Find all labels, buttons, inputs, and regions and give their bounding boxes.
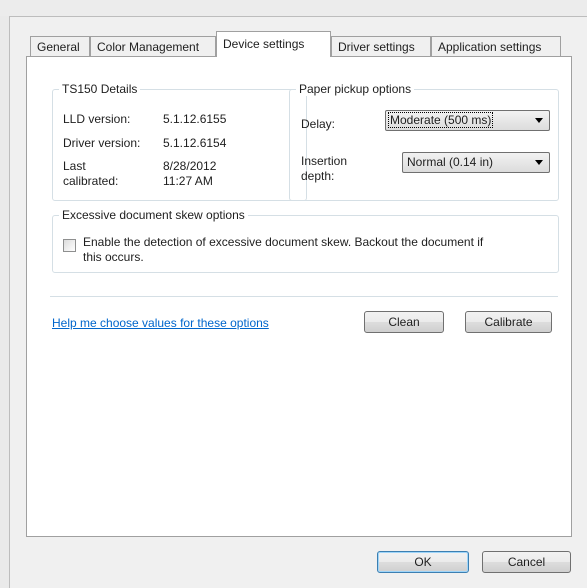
tab-general[interactable]: General xyxy=(30,36,90,56)
paper-pickup-group-title: Paper pickup options xyxy=(296,82,415,96)
delay-label: Delay: xyxy=(301,117,336,131)
tab-driver-settings[interactable]: Driver settings xyxy=(331,36,431,56)
lld-version-value: 5.1.12.6155 xyxy=(163,112,227,126)
calibrate-button[interactable]: Calibrate xyxy=(465,311,552,333)
driver-version-value: 5.1.12.6154 xyxy=(163,136,227,150)
skew-checkbox-label-line2[interactable]: this occurs. xyxy=(83,250,144,265)
insertion-depth-label-line2: depth: xyxy=(301,169,335,183)
skew-detection-checkbox[interactable] xyxy=(63,239,76,252)
skew-group-title: Excessive document skew options xyxy=(59,208,248,222)
last-calibrated-date: 8/28/2012 xyxy=(163,159,217,173)
delay-dropdown-value: Moderate (500 ms) xyxy=(388,112,494,128)
chevron-down-icon xyxy=(535,118,543,123)
help-link[interactable]: Help me choose values for these options xyxy=(52,316,269,330)
insertion-depth-dropdown[interactable]: Normal (0.14 in) xyxy=(402,152,550,173)
skew-checkbox-label-line1[interactable]: Enable the detection of excessive docume… xyxy=(83,235,483,250)
cancel-button[interactable]: Cancel xyxy=(482,551,571,573)
insertion-depth-dropdown-value: Normal (0.14 in) xyxy=(407,155,494,169)
tab-color-management[interactable]: Color Management xyxy=(90,36,216,56)
ok-button[interactable]: OK xyxy=(377,551,469,573)
window-left-frame xyxy=(0,16,10,588)
chevron-down-icon xyxy=(535,160,543,165)
details-group-title: TS150 Details xyxy=(59,82,141,96)
insertion-depth-label-line1: Insertion xyxy=(301,154,348,168)
last-calibrated-time: 11:27 AM xyxy=(163,174,213,188)
lld-version-label: LLD version: xyxy=(63,112,131,126)
device-settings-panel: TS150 Details LLD version: 5.1.12.6155 D… xyxy=(26,56,572,537)
tab-device-settings[interactable]: Device settings xyxy=(216,31,331,57)
tab-application-settings[interactable]: Application settings xyxy=(431,36,561,56)
driver-version-label: Driver version: xyxy=(63,136,141,150)
last-calibrated-label-line1: Last xyxy=(63,159,86,173)
separator-line xyxy=(50,296,558,297)
paper-pickup-group: Paper pickup options xyxy=(289,82,559,201)
last-calibrated-label-line2: calibrated: xyxy=(63,174,119,188)
delay-dropdown[interactable]: Moderate (500 ms) xyxy=(385,110,550,131)
clean-button[interactable]: Clean xyxy=(364,311,444,333)
